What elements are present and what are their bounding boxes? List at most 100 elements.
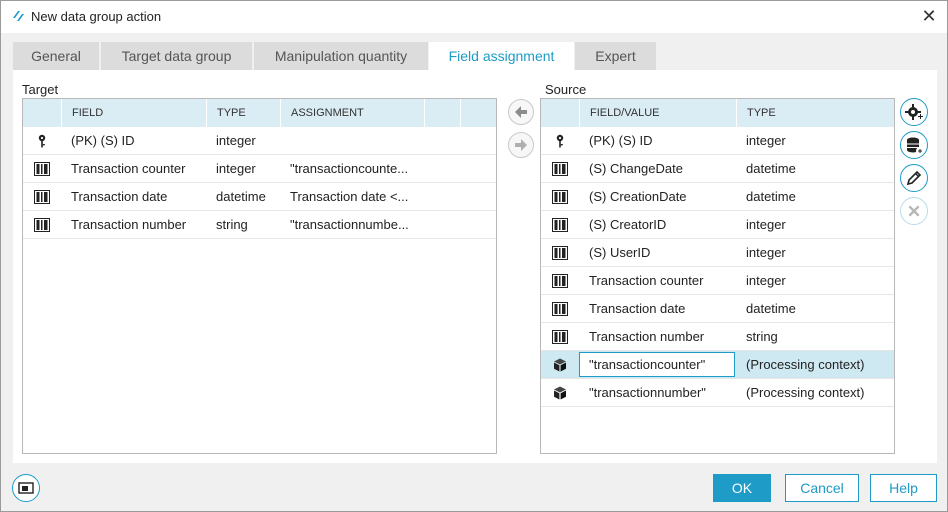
target-extra-column-header-2 — [460, 99, 496, 127]
close-button[interactable]: ✕ — [919, 6, 939, 26]
target-type-cell: integer — [216, 133, 256, 148]
pencil-icon — [906, 170, 922, 186]
source-field-cell: "transactionnumber" — [589, 385, 706, 400]
target-type-cell: datetime — [216, 189, 266, 204]
help-button[interactable]: Help — [870, 474, 937, 502]
source-field-cell: Transaction number — [589, 329, 705, 344]
app-logo-icon — [13, 11, 24, 21]
tab-target-data-group[interactable]: Target data group — [101, 42, 252, 70]
source-field-cell: (S) CreationDate — [589, 189, 687, 204]
arrow-left-icon — [515, 106, 527, 118]
dialog-window: New data group action ✕ General Target d… — [0, 0, 948, 512]
source-type-cell: (Processing context) — [746, 385, 865, 400]
add-processing-context-button[interactable] — [900, 98, 928, 126]
key-icon — [552, 133, 568, 149]
source-icon-column-header — [541, 99, 579, 127]
tab-manipulation-quantity[interactable]: Manipulation quantity — [254, 42, 428, 70]
target-field-cell: Transaction number — [71, 217, 187, 232]
tab-field-assignment[interactable]: Field assignment — [429, 42, 574, 70]
field-icon — [552, 189, 568, 205]
source-table-row[interactable]: Transaction number string — [541, 323, 894, 351]
target-assignment-cell — [280, 127, 424, 155]
target-type-cell: integer — [216, 161, 256, 176]
source-field-column-header[interactable]: FIELD/VALUE — [579, 99, 736, 127]
source-field-cell: (S) ChangeDate — [589, 161, 683, 176]
cancel-button[interactable]: Cancel — [785, 474, 859, 502]
source-table-row[interactable]: (S) CreatorID integer — [541, 211, 894, 239]
source-table-row[interactable]: (S) UserID integer — [541, 239, 894, 267]
add-data-field-button[interactable] — [900, 131, 928, 159]
field-icon — [552, 245, 568, 261]
target-extra-column-header — [424, 99, 460, 127]
source-table-row[interactable]: (PK) (S) ID integer — [541, 127, 894, 155]
target-field-cell: Transaction date — [71, 189, 168, 204]
gear-add-icon — [905, 104, 923, 120]
edit-button[interactable] — [900, 164, 928, 192]
ok-button[interactable]: OK — [713, 474, 771, 502]
target-assignment-cell: "transactioncounte... — [290, 161, 409, 176]
target-assignment-cell: "transactionnumbe... — [290, 217, 409, 232]
target-field-cell: Transaction counter — [71, 161, 186, 176]
arrow-right-icon — [515, 139, 527, 151]
source-type-cell: string — [746, 329, 778, 344]
source-type-cell: datetime — [746, 189, 796, 204]
tab-general[interactable]: General — [13, 42, 99, 70]
source-type-cell: integer — [746, 273, 786, 288]
field-icon — [552, 217, 568, 233]
source-grid[interactable]: FIELD/VALUE TYPE (PK) (S) ID integer (S) C… — [540, 98, 895, 454]
target-type-cell: string — [216, 217, 248, 232]
source-type-cell: integer — [746, 245, 786, 260]
source-table-row[interactable]: Transaction counter integer — [541, 267, 894, 295]
target-icon-column-header — [23, 99, 61, 127]
title-bar: New data group action ✕ — [1, 1, 947, 33]
source-field-cell: (S) UserID — [589, 245, 651, 260]
source-table-row[interactable]: (S) ChangeDate datetime — [541, 155, 894, 183]
target-label: Target — [22, 82, 59, 97]
target-assignment-cell: Transaction date <... — [290, 189, 409, 204]
field-icon — [552, 329, 568, 345]
source-type-column-header[interactable]: TYPE — [736, 99, 894, 127]
source-field-cell: Transaction counter — [589, 273, 704, 288]
field-icon — [552, 273, 568, 289]
source-type-cell: (Processing context) — [746, 357, 865, 372]
source-type-cell: datetime — [746, 301, 796, 316]
source-table-row[interactable]: "transactioncounter" (Processing context) — [541, 351, 894, 379]
source-field-cell: "transactioncounter" — [589, 357, 706, 372]
target-table-row[interactable]: Transaction number string "transactionnumb… — [23, 211, 496, 239]
target-grid[interactable]: FIELD TYPE ASSIGNMENT (PK) (S) ID integer… — [22, 98, 497, 454]
target-table-row[interactable]: Transaction date datetime Transaction date… — [23, 183, 496, 211]
target-table-row[interactable]: Transaction counter integer "transactionco… — [23, 155, 496, 183]
source-field-cell: Transaction date — [589, 301, 686, 316]
move-right-button[interactable] — [508, 132, 534, 158]
source-table-row[interactable]: Transaction date datetime — [541, 295, 894, 323]
source-type-cell: datetime — [746, 161, 796, 176]
target-assignment-column-header[interactable]: ASSIGNMENT — [280, 99, 424, 127]
source-type-cell: integer — [746, 133, 786, 148]
target-field-cell: (PK) (S) ID — [71, 133, 135, 148]
target-field-column-header[interactable]: FIELD — [61, 99, 206, 127]
source-grid-header: FIELD/VALUE TYPE — [541, 99, 894, 127]
delete-button[interactable] — [900, 197, 928, 225]
field-icon — [34, 217, 50, 233]
database-add-icon — [907, 137, 924, 155]
delete-x-icon — [908, 205, 920, 217]
field-icon — [552, 301, 568, 317]
field-icon — [34, 161, 50, 177]
tab-expert[interactable]: Expert — [575, 42, 656, 70]
source-table-row[interactable]: "transactionnumber" (Processing context) — [541, 379, 894, 407]
source-table-row[interactable]: (S) CreationDate datetime — [541, 183, 894, 211]
source-field-cell: (S) CreatorID — [589, 217, 667, 232]
cube-icon — [552, 357, 568, 373]
move-left-button[interactable] — [508, 99, 534, 125]
cube-icon — [552, 385, 568, 401]
field-icon — [34, 189, 50, 205]
window-layout-button[interactable] — [12, 474, 40, 502]
key-icon — [34, 133, 50, 149]
source-label: Source — [545, 82, 587, 97]
window-layout-icon — [18, 482, 34, 494]
target-table-row[interactable]: (PK) (S) ID integer — [23, 127, 496, 155]
target-type-column-header[interactable]: TYPE — [206, 99, 280, 127]
window-title: New data group action — [31, 9, 162, 24]
source-field-cell: (PK) (S) ID — [589, 133, 653, 148]
field-icon — [552, 161, 568, 177]
